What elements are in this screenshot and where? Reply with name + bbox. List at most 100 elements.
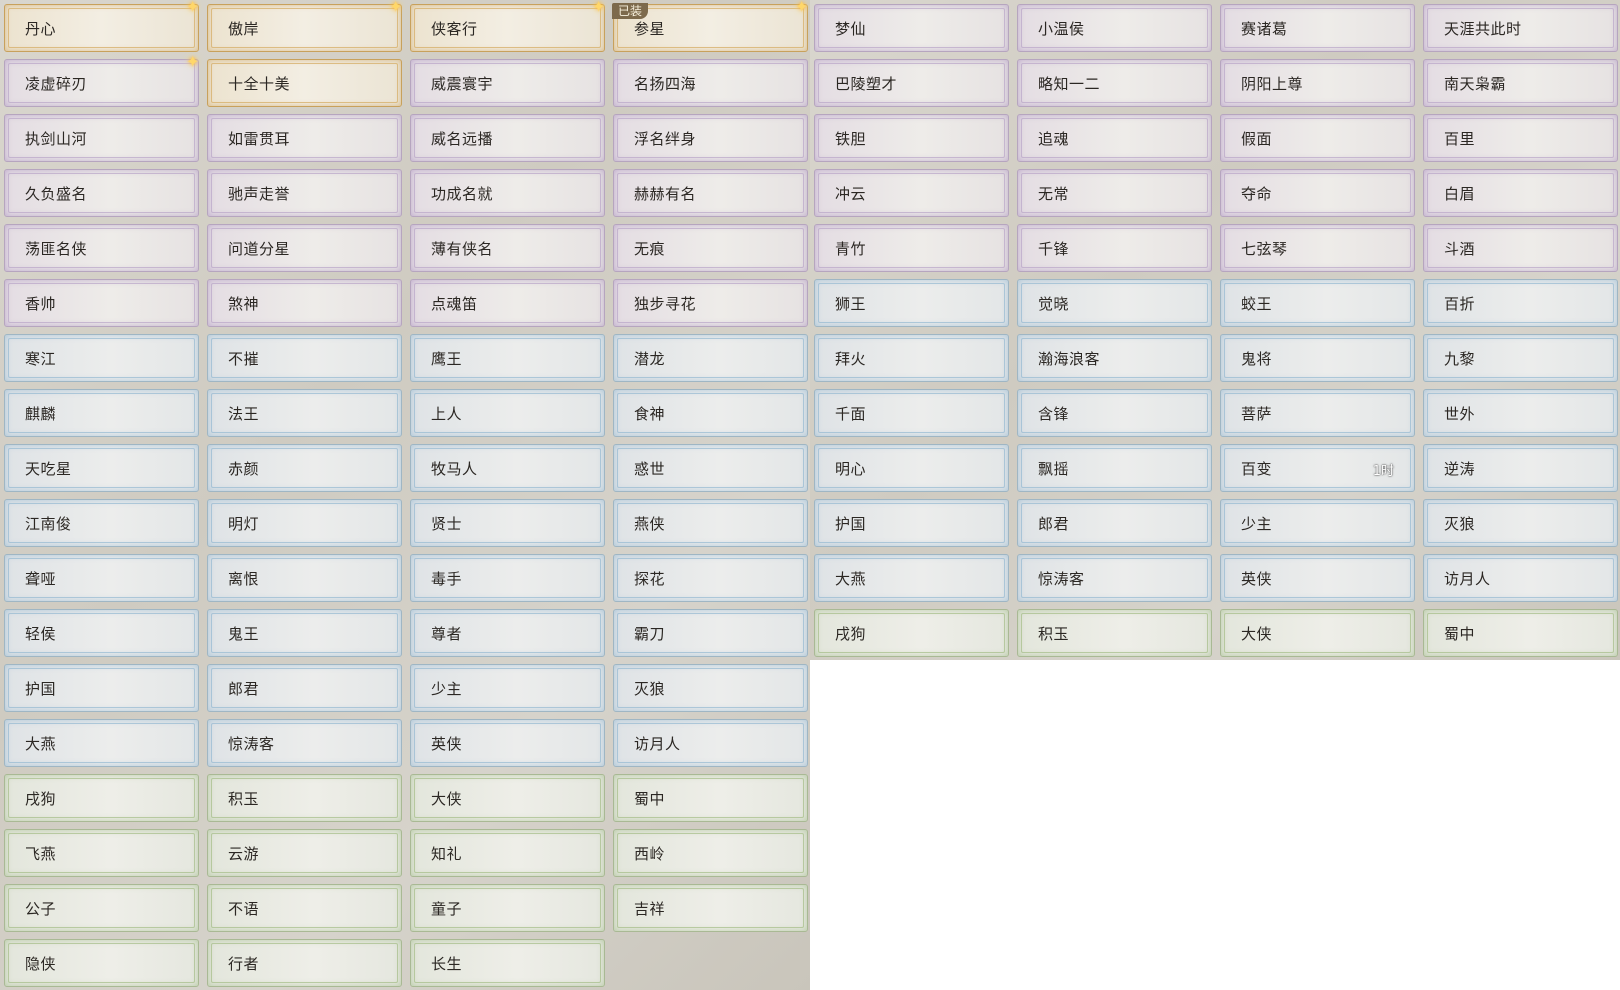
title-card[interactable]: 尊者 bbox=[410, 609, 605, 657]
title-card[interactable]: 不摧 bbox=[207, 334, 402, 382]
title-card[interactable]: 天涯共此时 bbox=[1423, 4, 1618, 52]
title-card[interactable]: 不语 bbox=[207, 884, 402, 932]
title-card[interactable]: 大侠 bbox=[1220, 609, 1415, 657]
title-card[interactable]: 飞燕 bbox=[4, 829, 199, 877]
title-card[interactable]: 隐侠 bbox=[4, 939, 199, 987]
title-card[interactable]: 护国 bbox=[814, 499, 1009, 547]
title-card[interactable]: 少主 bbox=[410, 664, 605, 712]
title-card[interactable]: 赫赫有名 bbox=[613, 169, 808, 217]
title-card[interactable]: 公子 bbox=[4, 884, 199, 932]
title-card[interactable]: 逆涛 bbox=[1423, 444, 1618, 492]
title-card[interactable]: 阴阳上尊 bbox=[1220, 59, 1415, 107]
title-card[interactable]: 参星 ✦ 已装 bbox=[612, 0, 808, 52]
title-card[interactable]: 麒麟 bbox=[4, 389, 199, 437]
title-card[interactable]: 英侠 bbox=[410, 719, 605, 767]
title-card[interactable]: 云游 bbox=[207, 829, 402, 877]
title-card[interactable]: 惊涛客 bbox=[1017, 554, 1212, 602]
title-card[interactable]: 傲岸 ✦ bbox=[207, 0, 402, 52]
title-card[interactable]: 点魂笛 bbox=[410, 279, 605, 327]
title-card[interactable]: 梦仙 bbox=[814, 4, 1009, 52]
title-card[interactable]: 访月人 bbox=[613, 719, 808, 767]
title-card[interactable]: 九黎 bbox=[1423, 334, 1618, 382]
title-card[interactable]: 夺命 bbox=[1220, 169, 1415, 217]
title-card[interactable]: 上人 bbox=[410, 389, 605, 437]
title-card[interactable]: 护国 bbox=[4, 664, 199, 712]
title-card[interactable]: 聋哑 bbox=[4, 554, 199, 602]
title-card[interactable]: 童子 bbox=[410, 884, 605, 932]
title-card[interactable]: 问道分星 bbox=[207, 224, 402, 272]
title-card[interactable]: 灭狼 bbox=[1423, 499, 1618, 547]
title-card[interactable]: 威名远播 bbox=[410, 114, 605, 162]
title-card[interactable]: 香帅 bbox=[4, 279, 199, 327]
title-card[interactable]: 积玉 bbox=[1017, 609, 1212, 657]
title-card[interactable]: 郎君 bbox=[207, 664, 402, 712]
title-card[interactable]: 百折 bbox=[1423, 279, 1618, 327]
title-card[interactable]: 追魂 bbox=[1017, 114, 1212, 162]
title-card[interactable]: 英侠 bbox=[1220, 554, 1415, 602]
title-card[interactable]: 威震寰宇 bbox=[410, 59, 605, 107]
title-card[interactable]: 大燕 bbox=[4, 719, 199, 767]
title-card[interactable]: 独步寻花 bbox=[613, 279, 808, 327]
title-card[interactable]: 百变 1时 bbox=[1220, 444, 1415, 492]
title-card[interactable]: 十全十美 bbox=[207, 59, 402, 107]
title-card[interactable]: 如雷贯耳 bbox=[207, 114, 402, 162]
title-card[interactable]: 吉祥 bbox=[613, 884, 808, 932]
title-card[interactable]: 积玉 bbox=[207, 774, 402, 822]
title-card[interactable]: 郎君 bbox=[1017, 499, 1212, 547]
title-card[interactable]: 惑世 bbox=[613, 444, 808, 492]
title-card[interactable]: 青竹 bbox=[814, 224, 1009, 272]
title-card[interactable]: 食神 bbox=[613, 389, 808, 437]
title-card[interactable]: 少主 bbox=[1220, 499, 1415, 547]
title-card[interactable]: 含锋 bbox=[1017, 389, 1212, 437]
title-card[interactable]: 小温侯 bbox=[1017, 4, 1212, 52]
title-card[interactable]: 荡匪名侠 bbox=[4, 224, 199, 272]
title-card[interactable]: 煞神 bbox=[207, 279, 402, 327]
title-card[interactable]: 执剑山河 bbox=[4, 114, 199, 162]
title-card[interactable]: 轻侯 bbox=[4, 609, 199, 657]
title-card[interactable]: 略知一二 bbox=[1017, 59, 1212, 107]
title-card[interactable]: 贤士 bbox=[410, 499, 605, 547]
title-card[interactable]: 赤颜 bbox=[207, 444, 402, 492]
title-card[interactable]: 长生 bbox=[410, 939, 605, 987]
title-card[interactable]: 巴陵塑才 bbox=[814, 59, 1009, 107]
title-card[interactable]: 大燕 bbox=[814, 554, 1009, 602]
title-card[interactable]: 凌虚碎刃 ✦ bbox=[4, 54, 199, 107]
title-card[interactable]: 白眉 bbox=[1423, 169, 1618, 217]
title-card[interactable]: 铁胆 bbox=[814, 114, 1009, 162]
title-card[interactable]: 瀚海浪客 bbox=[1017, 334, 1212, 382]
title-card[interactable]: 薄有侠名 bbox=[410, 224, 605, 272]
title-card[interactable]: 天吃星 bbox=[4, 444, 199, 492]
title-card[interactable]: 毒手 bbox=[410, 554, 605, 602]
title-card[interactable]: 狮王 bbox=[814, 279, 1009, 327]
title-card[interactable]: 江南俊 bbox=[4, 499, 199, 547]
title-card[interactable]: 戌狗 bbox=[814, 609, 1009, 657]
title-card[interactable]: 牧马人 bbox=[410, 444, 605, 492]
title-card[interactable]: 明心 bbox=[814, 444, 1009, 492]
title-card[interactable]: 大侠 bbox=[410, 774, 605, 822]
title-card[interactable]: 西岭 bbox=[613, 829, 808, 877]
title-card[interactable]: 无常 bbox=[1017, 169, 1212, 217]
title-card[interactable]: 觉晓 bbox=[1017, 279, 1212, 327]
title-card[interactable]: 无痕 bbox=[613, 224, 808, 272]
title-card[interactable]: 斗酒 bbox=[1423, 224, 1618, 272]
title-card[interactable]: 潜龙 bbox=[613, 334, 808, 382]
title-card[interactable]: 七弦琴 bbox=[1220, 224, 1415, 272]
title-card[interactable]: 霸刀 bbox=[613, 609, 808, 657]
title-card[interactable]: 世外 bbox=[1423, 389, 1618, 437]
title-card[interactable]: 惊涛客 bbox=[207, 719, 402, 767]
title-card[interactable]: 名扬四海 bbox=[613, 59, 808, 107]
title-card[interactable]: 戌狗 bbox=[4, 774, 199, 822]
title-card[interactable]: 侠客行 ✦ bbox=[410, 0, 605, 52]
title-card[interactable]: 灭狼 bbox=[613, 664, 808, 712]
title-card[interactable]: 千锋 bbox=[1017, 224, 1212, 272]
title-card[interactable]: 赛诸葛 bbox=[1220, 4, 1415, 52]
title-card[interactable]: 浮名绊身 bbox=[613, 114, 808, 162]
title-card[interactable]: 离恨 bbox=[207, 554, 402, 602]
title-card[interactable]: 知礼 bbox=[410, 829, 605, 877]
title-card[interactable]: 访月人 bbox=[1423, 554, 1618, 602]
title-card[interactable]: 蛟王 bbox=[1220, 279, 1415, 327]
title-card[interactable]: 丹心 ✦ bbox=[4, 0, 199, 52]
title-card[interactable]: 南天枭霸 bbox=[1423, 59, 1618, 107]
title-card[interactable]: 百里 bbox=[1423, 114, 1618, 162]
title-card[interactable]: 鹰王 bbox=[410, 334, 605, 382]
